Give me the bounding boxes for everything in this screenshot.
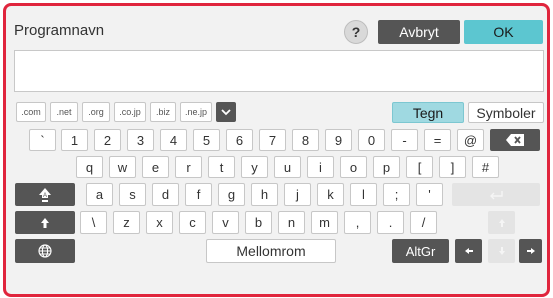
arrow-up-button[interactable] (488, 211, 515, 234)
key-z[interactable]: z (113, 211, 140, 234)
key-2[interactable]: 2 (94, 129, 121, 151)
key-1[interactable]: 1 (61, 129, 88, 151)
key-a[interactable]: a (86, 183, 113, 206)
key-e[interactable]: e (142, 156, 169, 178)
key-semicolon[interactable]: ; (383, 183, 410, 206)
arrow-left-button[interactable] (455, 239, 482, 263)
key-m[interactable]: m (311, 211, 338, 234)
key-6[interactable]: 6 (226, 129, 253, 151)
key-equals[interactable]: = (424, 129, 451, 151)
key-h[interactable]: h (251, 183, 278, 206)
key-comma[interactable]: , (344, 211, 371, 234)
key-y[interactable]: y (241, 156, 268, 178)
key-v[interactable]: v (212, 211, 239, 234)
key-g[interactable]: g (218, 183, 245, 206)
shift-button[interactable] (15, 211, 75, 234)
tab-tegn[interactable]: Tegn (392, 102, 464, 123)
key-i[interactable]: i (307, 156, 334, 178)
key-backtick[interactable]: ` (29, 129, 56, 151)
key-period[interactable]: . (377, 211, 404, 234)
key-l[interactable]: l (350, 183, 377, 206)
key-o[interactable]: o (340, 156, 367, 178)
domain-key-nejp[interactable]: .ne.jp (180, 102, 212, 122)
arrow-down-icon (498, 247, 505, 255)
arrow-down-button[interactable] (488, 239, 515, 263)
caps-lock-button[interactable]: A (15, 183, 75, 206)
key-apostrophe[interactable]: ' (416, 183, 443, 206)
key-3[interactable]: 3 (127, 129, 154, 151)
key-j[interactable]: j (284, 183, 311, 206)
arrow-up-icon (498, 218, 505, 227)
ok-button[interactable]: OK (464, 20, 543, 44)
enter-button[interactable] (452, 183, 540, 206)
key-r[interactable]: r (175, 156, 202, 178)
language-button[interactable] (15, 239, 75, 263)
key-slash[interactable]: / (410, 211, 437, 234)
key-x[interactable]: x (146, 211, 173, 234)
key-8[interactable]: 8 (292, 129, 319, 151)
key-p[interactable]: p (373, 156, 400, 178)
key-c[interactable]: c (179, 211, 206, 234)
keyboard-dialog: Programnavn ? Avbryt OK .com .net .org .… (3, 3, 550, 297)
key-0[interactable]: 0 (358, 129, 385, 151)
tab-symboler[interactable]: Symboler (468, 102, 544, 123)
key-4[interactable]: 4 (160, 129, 187, 151)
chevron-down-icon (221, 109, 231, 116)
key-7[interactable]: 7 (259, 129, 286, 151)
key-f[interactable]: f (185, 183, 212, 206)
key-s[interactable]: s (119, 183, 146, 206)
backspace-button[interactable] (490, 129, 540, 151)
help-button[interactable]: ? (344, 20, 368, 44)
key-w[interactable]: w (109, 156, 136, 178)
program-name-input[interactable] (14, 50, 544, 92)
key-d[interactable]: d (152, 183, 179, 206)
key-backslash[interactable]: \ (80, 211, 107, 234)
key-t[interactable]: t (208, 156, 235, 178)
domain-key-com[interactable]: .com (16, 102, 46, 122)
arrow-left-icon (464, 248, 473, 254)
space-button[interactable]: Mellomrom (206, 239, 336, 263)
key-q[interactable]: q (76, 156, 103, 178)
key-n[interactable]: n (278, 211, 305, 234)
domain-key-cojp[interactable]: .co.jp (114, 102, 146, 122)
dialog-title: Programnavn (14, 22, 105, 39)
domain-key-biz[interactable]: .biz (150, 102, 176, 122)
altgr-button[interactable]: AltGr (392, 239, 449, 263)
arrow-right-icon (526, 248, 535, 254)
svg-text:A: A (43, 193, 47, 199)
cancel-button[interactable]: Avbryt (378, 20, 460, 44)
caps-lock-icon: A (39, 187, 51, 202)
backspace-icon (506, 134, 524, 146)
key-hash[interactable]: # (472, 156, 499, 178)
enter-icon (490, 190, 503, 199)
key-9[interactable]: 9 (325, 129, 352, 151)
domain-expand-button[interactable] (216, 102, 236, 122)
shift-arrow-icon (41, 217, 49, 228)
key-at[interactable]: @ (457, 129, 484, 151)
domain-key-org[interactable]: .org (82, 102, 110, 122)
domain-key-net[interactable]: .net (50, 102, 78, 122)
globe-icon (38, 244, 52, 258)
key-b[interactable]: b (245, 211, 272, 234)
key-k[interactable]: k (317, 183, 344, 206)
key-u[interactable]: u (274, 156, 301, 178)
key-5[interactable]: 5 (193, 129, 220, 151)
key-minus[interactable]: - (391, 129, 418, 151)
arrow-right-button[interactable] (519, 239, 542, 263)
key-left-bracket[interactable]: [ (406, 156, 433, 178)
key-right-bracket[interactable]: ] (439, 156, 466, 178)
